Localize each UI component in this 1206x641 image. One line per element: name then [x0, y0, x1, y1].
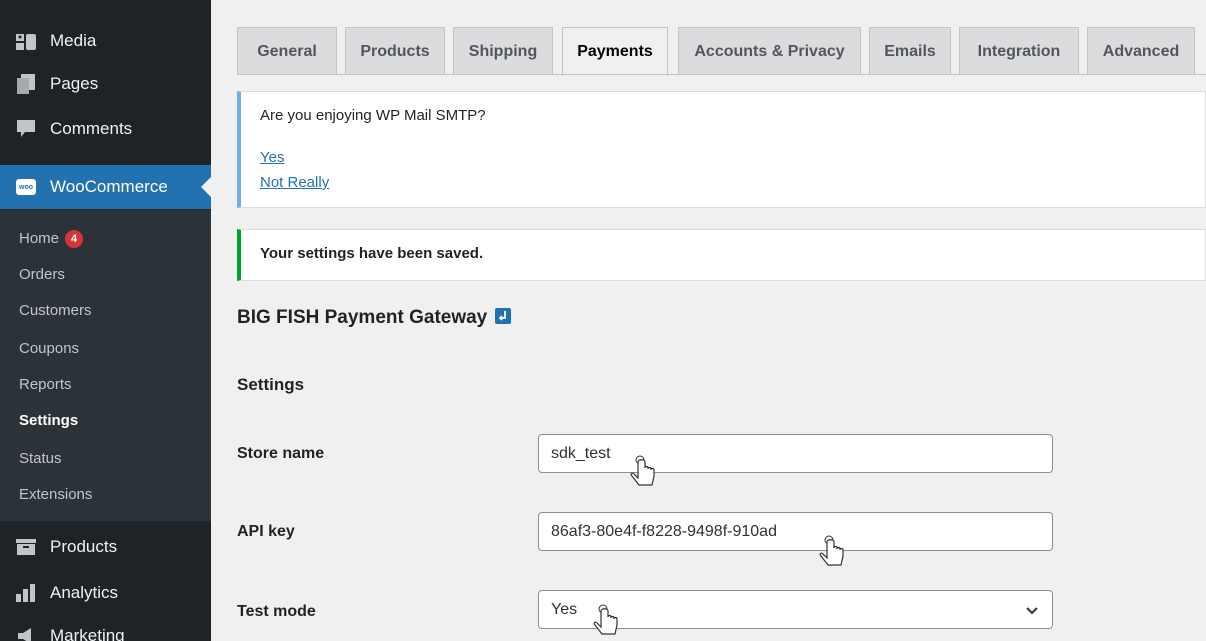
- tab-accounts-privacy[interactable]: Accounts & Privacy: [678, 27, 861, 75]
- chevron-down-icon: [1026, 607, 1038, 615]
- notice-not-really-link[interactable]: Not Really: [260, 174, 329, 191]
- settings-saved-notice: Your settings have been saved.: [237, 229, 1206, 281]
- menu-label: Media: [50, 31, 97, 50]
- tab-emails[interactable]: Emails: [869, 27, 951, 75]
- woocommerce-submenu: Home 4 Orders Customers Coupons Reports S…: [0, 210, 211, 521]
- settings-heading: Settings: [237, 375, 305, 394]
- menu-label: WooCommerce: [50, 177, 168, 196]
- submenu-item-coupons[interactable]: Coupons: [19, 340, 79, 357]
- products-icon: [16, 537, 36, 557]
- submenu-item-reports[interactable]: Reports: [19, 376, 72, 393]
- menu-item-comments[interactable]: Comments: [0, 107, 211, 151]
- pages-icon: [16, 74, 36, 94]
- menu-item-products[interactable]: Products: [0, 525, 211, 569]
- active-menu-arrow: [201, 177, 211, 197]
- menu-label: Pages: [50, 74, 99, 93]
- api-key-input[interactable]: 86af3-80e4f-f8228-9498f-910ad: [538, 512, 1053, 551]
- media-icon: [16, 31, 36, 51]
- store-name-label: Store name: [237, 445, 325, 462]
- menu-label: Marketing: [50, 626, 125, 641]
- submenu-item-orders[interactable]: Orders: [19, 266, 65, 283]
- menu-label: Comments: [50, 119, 133, 138]
- gateway-title: BIG FISH Payment Gateway: [237, 307, 512, 329]
- submenu-item-customers[interactable]: Customers: [19, 302, 92, 319]
- notification-badge: 4: [65, 230, 84, 248]
- menu-label: Products: [50, 537, 118, 556]
- tab-general[interactable]: General: [237, 27, 337, 75]
- menu-label: Analytics: [50, 583, 119, 602]
- smtp-feedback-notice: Are you enjoying WP Mail SMTP? Yes Not R…: [237, 91, 1206, 208]
- tab-products[interactable]: Products: [345, 27, 445, 75]
- woocommerce-icon: woo: [16, 177, 36, 197]
- submenu-item-status[interactable]: Status: [19, 450, 62, 467]
- menu-item-media[interactable]: Media: [0, 19, 211, 63]
- menu-item-analytics[interactable]: Analytics: [0, 571, 211, 615]
- return-link-icon[interactable]: [495, 308, 512, 324]
- submenu-item-home[interactable]: Home 4: [19, 230, 84, 248]
- comments-icon: [16, 119, 36, 139]
- analytics-icon: [16, 583, 36, 603]
- hand-cursor-icon: [819, 535, 844, 566]
- tab-divider: [237, 74, 1206, 75]
- submenu-item-extensions[interactable]: Extensions: [19, 486, 92, 503]
- menu-item-marketing[interactable]: Marketing: [0, 614, 211, 641]
- notice-saved-text: Your settings have been saved.: [260, 245, 484, 262]
- hand-cursor-icon: [630, 455, 655, 486]
- tab-advanced[interactable]: Advanced: [1087, 27, 1195, 75]
- notice-yes-link[interactable]: Yes: [260, 149, 284, 166]
- notice-question: Are you enjoying WP Mail SMTP?: [260, 107, 486, 124]
- admin-sidebar: Media Pages Comments woo WooCommerce Hom…: [0, 0, 211, 641]
- menu-item-pages[interactable]: Pages: [0, 62, 211, 106]
- hand-cursor-icon: [593, 604, 618, 635]
- store-name-input[interactable]: sdk_test: [538, 434, 1053, 473]
- menu-item-woocommerce[interactable]: woo WooCommerce: [0, 165, 211, 209]
- submenu-item-settings[interactable]: Settings: [19, 412, 78, 429]
- tab-integration[interactable]: Integration: [959, 27, 1079, 75]
- test-mode-label: Test mode: [237, 603, 316, 620]
- marketing-icon: [16, 626, 36, 641]
- tab-shipping[interactable]: Shipping: [453, 27, 553, 75]
- api-key-label: API key: [237, 523, 295, 540]
- tab-payments[interactable]: Payments: [562, 27, 668, 76]
